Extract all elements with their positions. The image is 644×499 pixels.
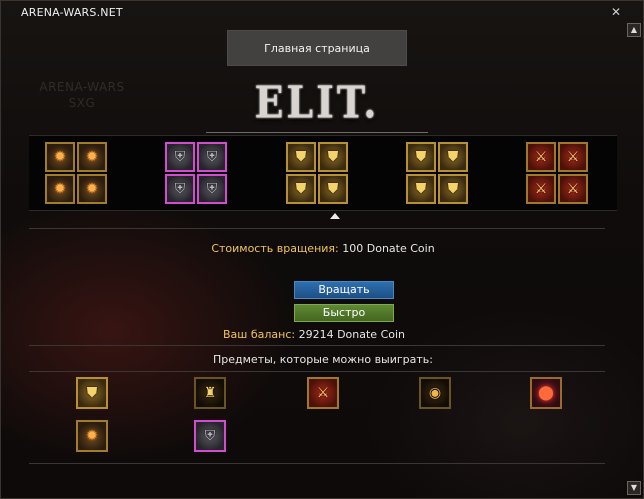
prize-item[interactable]: ⛨ <box>194 420 226 452</box>
armor-icon: ⛨ <box>165 174 195 204</box>
prize-item[interactable]: ✹ <box>76 420 108 452</box>
gold-shield-icon: ⛊ <box>286 174 316 204</box>
balance: Ваш баланс: 29214 Donate Coin <box>223 328 405 341</box>
gold-shield-icon: ⛊ <box>286 142 316 172</box>
gold-shield-icon: ⛊ <box>406 142 436 172</box>
prize-item[interactable]: ⛊ <box>76 377 108 409</box>
spin-button[interactable]: Вращать <box>294 281 394 299</box>
app-window: ARENA-WARS.NET ✕ ▲ ▼ Главная страница AR… <box>0 0 644 499</box>
scroll-down-icon[interactable]: ▼ <box>627 481 641 495</box>
armor-icon: ⛨ <box>197 142 227 172</box>
spin-cost-label: Стоимость вращения: <box>211 242 339 255</box>
balance-value: 29214 Donate Coin <box>298 328 406 341</box>
title-bar[interactable]: ARENA-WARS.NET ✕ <box>1 1 643 23</box>
crossed-swords-icon: ⚔ <box>558 142 588 172</box>
home-page-button[interactable]: Главная страница <box>227 30 407 66</box>
gold-shield-icon: ⛊ <box>438 174 468 204</box>
reel-slot-3: ⛊ ⛊ ⛊ ⛊ <box>285 141 349 205</box>
reel-pointer-icon <box>330 213 340 219</box>
reel-slot-5: ⚔ ⚔ ⚔ ⚔ <box>525 141 589 205</box>
armor-icon: ⛨ <box>165 142 195 172</box>
gold-shield-icon: ⛊ <box>318 142 348 172</box>
armor-icon: ⛨ <box>194 420 226 452</box>
divider-bottom <box>29 463 605 464</box>
reel-slot-1: ✹ ✹ ✹ ✹ <box>44 141 108 205</box>
crossed-swords-icon: ⚔ <box>526 142 556 172</box>
divider-middle <box>29 345 605 346</box>
watermark-line-2: SXG <box>68 96 96 110</box>
close-icon[interactable]: ✕ <box>609 5 623 19</box>
fire-rune-icon: ✹ <box>77 174 107 204</box>
fire-rune-icon: ✹ <box>76 420 108 452</box>
crossed-swords-icon: ⚔ <box>558 174 588 204</box>
reel-slot-4: ⛊ ⛊ ⛊ ⛊ <box>405 141 469 205</box>
dark-helm-icon: ♜ <box>194 377 226 409</box>
fast-spin-button[interactable]: Быстро <box>294 304 394 322</box>
crossed-swords-icon: ⚔ <box>307 377 339 409</box>
prize-item[interactable]: ♜ <box>194 377 226 409</box>
prize-item[interactable]: ⚔ <box>307 377 339 409</box>
spin-cost-value: 100 Donate Coin <box>342 242 435 255</box>
watermark-line-1: ARENA-WARS <box>39 80 125 94</box>
gold-coin-icon: ◉ <box>419 377 451 409</box>
reel-slot-2: ⛨ ⛨ ⛨ ⛨ <box>164 141 228 205</box>
window-title: ARENA-WARS.NET <box>21 6 123 19</box>
armor-icon: ⛨ <box>197 174 227 204</box>
prizes-title: Предметы, которые можно выиграть: <box>213 353 433 366</box>
watermark: ARENA-WARS SXG <box>37 79 127 111</box>
fire-rune-icon: ✹ <box>77 142 107 172</box>
balance-label: Ваш баланс: <box>223 328 296 341</box>
scroll-up-icon[interactable]: ▲ <box>627 23 641 37</box>
logo-underline <box>206 132 428 133</box>
gold-shield-icon: ⛊ <box>318 174 348 204</box>
gold-shield-icon: ⛊ <box>406 174 436 204</box>
prize-item[interactable]: ◉ <box>419 377 451 409</box>
spin-cost: Стоимость вращения: 100 Donate Coin <box>1 242 644 255</box>
fire-rune-icon: ✹ <box>45 174 75 204</box>
divider-prizes <box>29 371 605 372</box>
gold-shield-icon: ⛊ <box>76 377 108 409</box>
crossed-swords-icon: ⚔ <box>526 174 556 204</box>
gold-shield-icon: ⛊ <box>438 142 468 172</box>
divider-top <box>29 228 605 229</box>
fire-rune-icon: ✹ <box>45 142 75 172</box>
fire-orb-icon: ⬤ <box>530 377 562 409</box>
prize-item[interactable]: ⬤ <box>530 377 562 409</box>
